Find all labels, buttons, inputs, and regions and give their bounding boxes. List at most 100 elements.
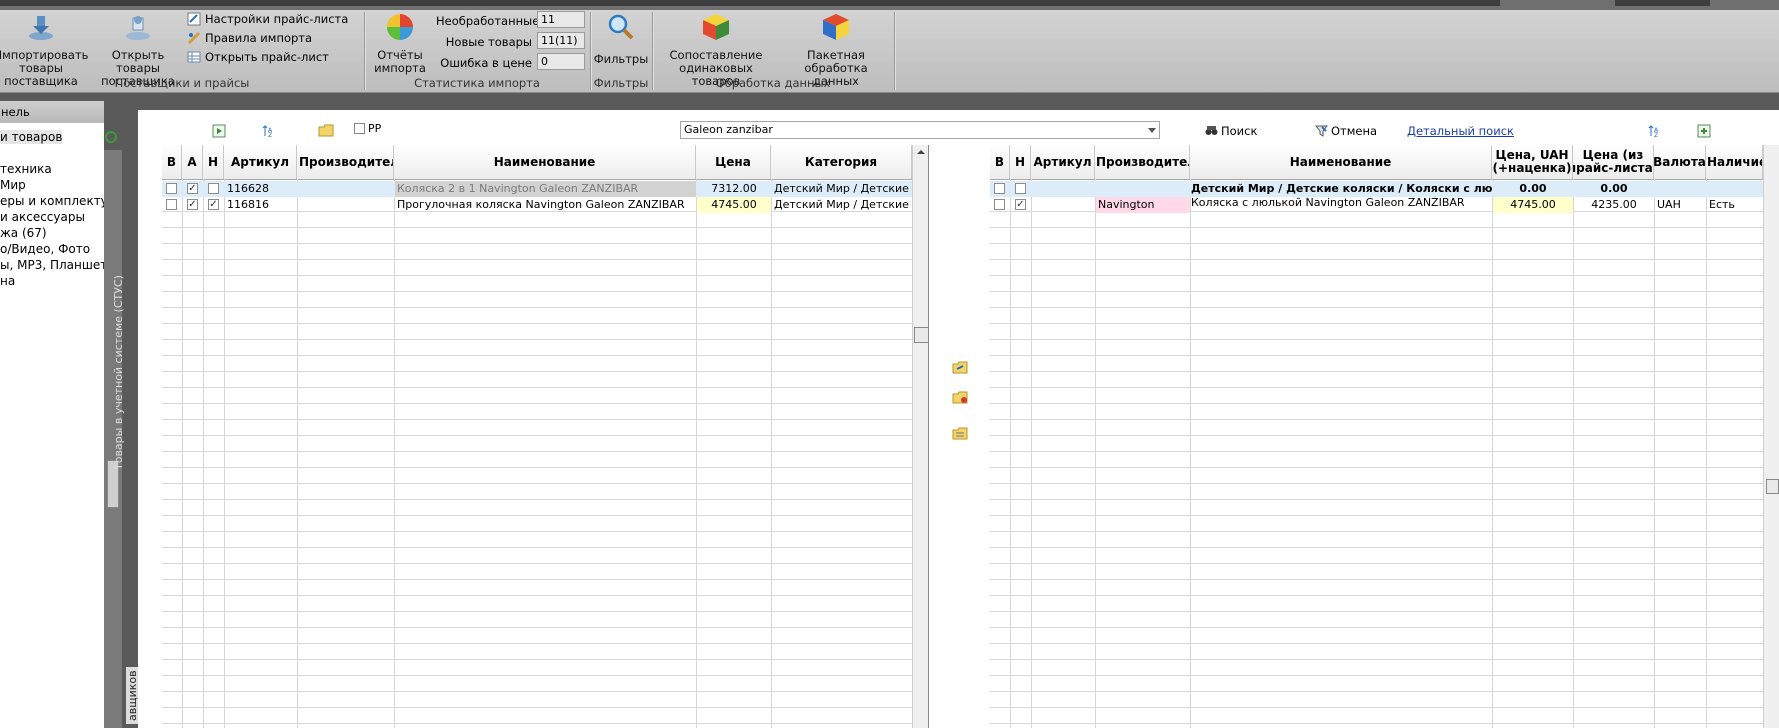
column-header[interactable]: Категория [771, 145, 912, 179]
cell-maker[interactable] [298, 197, 394, 213]
group-row-name[interactable]: Детский Мир / Детские коляски / Коляски … [1191, 181, 1492, 197]
column-header[interactable]: Цена (из прайс-листа) [1573, 145, 1654, 179]
tree-item[interactable]: еры и комплектую [0, 194, 118, 208]
grid-line [1010, 179, 1011, 728]
column-header[interactable]: В [162, 145, 182, 179]
import-rules-button[interactable]: Правила импорта [187, 31, 312, 45]
table-row[interactable]: ✓ Navington Коляска с люлькой Navington … [990, 197, 1763, 213]
export-icon[interactable] [212, 124, 226, 138]
unlink-folder-icon[interactable] [952, 390, 968, 404]
pricelist-settings-button[interactable]: Настройки прайс-листа [187, 12, 348, 26]
search-button[interactable]: Поиск [1205, 124, 1257, 138]
tree-item[interactable]: и товаров [0, 130, 63, 144]
cancel-button[interactable]: Отмена [1315, 124, 1377, 138]
merge-folder-icon[interactable] [952, 426, 968, 440]
table-row[interactable]: ✓ 116628 Коляска 2 в 1 Navington Galeon … [162, 181, 912, 197]
row-checkbox-n[interactable] [208, 183, 219, 194]
column-header[interactable]: Производитель [1095, 145, 1190, 179]
chevron-down-icon[interactable] [1148, 128, 1156, 133]
row-checkbox-v[interactable] [994, 199, 1005, 210]
tree-item[interactable]: техника [0, 162, 52, 176]
row-checkbox-v[interactable] [166, 183, 177, 194]
table-row[interactable]: ✓ ✓ 116816 Прогулочная коляска Navington… [162, 197, 912, 213]
vertical-scrollbar[interactable] [912, 145, 929, 728]
refresh-icon[interactable] [104, 130, 118, 144]
column-header[interactable]: Н [203, 145, 224, 179]
group-row[interactable]: Детский Мир / Детские коляски / Коляски … [990, 181, 1763, 197]
row-checkbox-n[interactable]: ✓ [1015, 199, 1026, 210]
search-button-label: Поиск [1221, 124, 1258, 138]
group-label-suppliers: Поставщики и прайсы [114, 76, 250, 90]
row-checkbox-n[interactable] [1015, 183, 1026, 194]
column-header[interactable]: Наименование [394, 145, 696, 179]
grid-border [928, 145, 929, 728]
sort-icon[interactable]: AZ [262, 124, 276, 138]
row-checkbox-n[interactable]: ✓ [208, 199, 219, 210]
cell-article[interactable]: 116816 [225, 197, 297, 213]
row-checkbox-v[interactable] [166, 199, 177, 210]
column-header[interactable]: Производитель [297, 145, 394, 179]
row-checkbox-v[interactable] [994, 183, 1005, 194]
open-goods-icon [126, 16, 150, 40]
column-header[interactable]: А [182, 145, 203, 179]
supplier-goods-grid: В А Н Артикул Производитель Наименование… [162, 145, 929, 728]
cancel-button-label: Отмена [1331, 124, 1378, 138]
tree-item[interactable]: о/Видео, Фото [0, 242, 90, 256]
row-checkbox-a[interactable]: ✓ [187, 183, 198, 194]
cell-price[interactable]: 7312.00 [697, 181, 771, 197]
column-header[interactable]: Наличие [1706, 145, 1763, 179]
left-panel-header: нель [0, 101, 104, 123]
link-folder-icon[interactable] [952, 360, 968, 374]
cell-price-markup[interactable]: 4745.00 [1493, 197, 1573, 213]
scroll-thumb[interactable] [1766, 479, 1779, 494]
cell-stock[interactable]: Есть [1707, 197, 1763, 213]
column-header[interactable]: Н [1010, 145, 1031, 179]
search-input[interactable]: Galeon zanzibar [680, 121, 1160, 139]
column-header[interactable]: Наименование [1190, 145, 1492, 179]
vertical-tab-label[interactable]: Товары в учетной системе (СТУС) [112, 275, 125, 470]
ribbon: Импортировать товары поставщика Открыть … [0, 10, 1779, 93]
export-icon[interactable] [1697, 124, 1711, 138]
column-header[interactable]: Артикул [224, 145, 297, 179]
tree-item[interactable]: ы, MP3, Планшеты [0, 258, 117, 272]
folder-icon[interactable] [318, 122, 334, 138]
sort-icon[interactable]: AZ [1648, 124, 1662, 138]
vertical-scrollbar[interactable] [1763, 145, 1779, 728]
cell-article[interactable]: 116628 [225, 181, 297, 197]
cell-price-list[interactable]: 4235.00 [1574, 197, 1654, 213]
cell-name[interactable]: Коляска с люлькой Navington Galeon ZANZI… [1191, 197, 1492, 213]
cell-maker[interactable] [298, 181, 394, 197]
pp-checkbox-box[interactable] [354, 123, 365, 134]
detailed-search-link[interactable]: Детальный поиск [1407, 124, 1514, 138]
tree-item[interactable]: жа (67) [0, 226, 47, 240]
tree-item[interactable]: Мир [0, 178, 26, 192]
cell-price-list[interactable]: 0.00 [1574, 181, 1654, 197]
cell-price-markup[interactable]: 0.00 [1493, 181, 1573, 197]
grid-line [394, 179, 395, 728]
scroll-thumb[interactable] [914, 327, 929, 343]
settings-icon [187, 12, 201, 26]
tree-item[interactable]: на [0, 274, 15, 288]
column-header[interactable]: Валюта [1654, 145, 1706, 179]
cell-category[interactable]: Детский Мир / Детские кол [772, 181, 912, 197]
cell-name[interactable]: Коляска 2 в 1 Navington Galeon ZANZIBAR [395, 181, 696, 197]
cell-currency[interactable]: UAH [1655, 197, 1706, 213]
tree-item[interactable]: и аксессуары [0, 210, 85, 224]
pp-checkbox[interactable]: PP [354, 122, 381, 135]
filters-button[interactable]: Фильтры [592, 12, 650, 66]
column-header[interactable]: В [990, 145, 1010, 179]
column-header[interactable]: Цена, UAH (+наценка) [1492, 145, 1573, 179]
cell-maker[interactable]: Navington [1096, 197, 1190, 213]
open-pricelist-button[interactable]: Открыть прайс-лист [187, 50, 329, 64]
cell-category[interactable]: Детский Мир / Детские кол [772, 197, 912, 213]
import-reports-button[interactable]: Отчёты импорта [368, 12, 432, 75]
column-header[interactable]: Артикул [1031, 145, 1095, 179]
magnifier-icon [608, 14, 634, 40]
cell-article[interactable] [1032, 197, 1095, 213]
row-checkbox-a[interactable]: ✓ [187, 199, 198, 210]
column-header-line: прайс-листа) [1573, 161, 1654, 175]
cell-name[interactable]: Прогулочная коляска Navington Galeon ZAN… [395, 197, 696, 213]
cell-price[interactable]: 4745.00 [697, 197, 771, 213]
scroll-up-icon[interactable] [913, 145, 929, 159]
column-header[interactable]: Цена [696, 145, 771, 179]
